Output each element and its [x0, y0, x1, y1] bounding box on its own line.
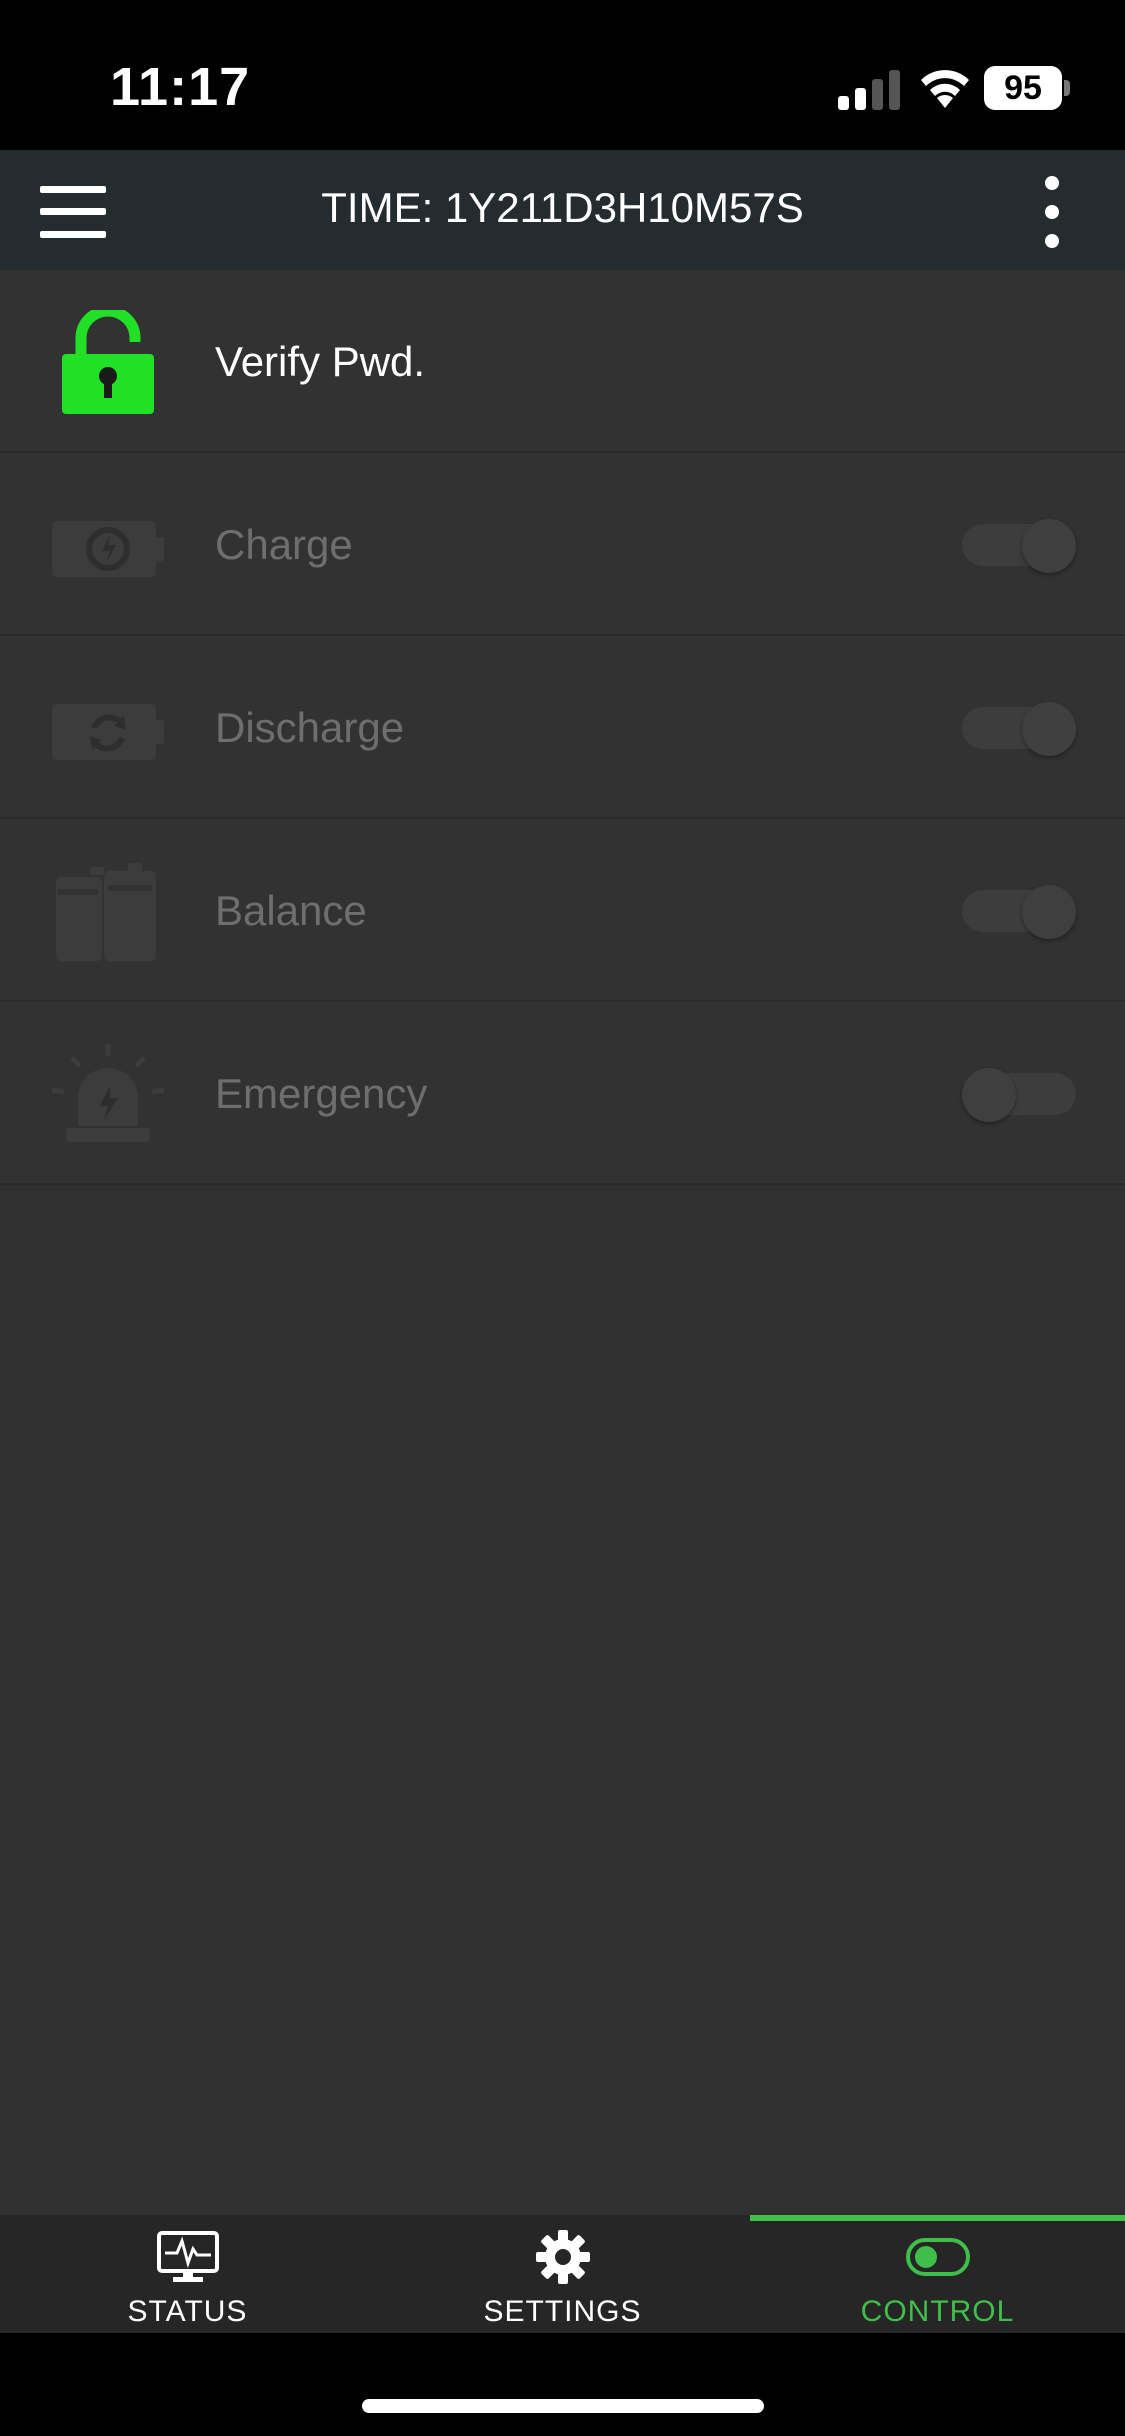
control-panel: Verify Pwd. Charge Discharge Balance Eme… [0, 270, 1125, 2216]
cellular-signal-icon [838, 70, 900, 110]
discharge-label: Discharge [215, 704, 405, 751]
page-title: TIME: 1Y211D3H10M57S [321, 184, 804, 231]
app-header: TIME: 1Y211D3H10M57S [0, 150, 1125, 270]
charge-label: Charge [215, 521, 353, 568]
balance-label: Balance [215, 887, 367, 934]
battery-icon: 95 [984, 66, 1070, 110]
monitor-pulse-icon [157, 2231, 219, 2282]
charge-toggle[interactable] [962, 519, 1078, 573]
home-indicator[interactable] [362, 2399, 764, 2413]
toggle-switch-icon [906, 2238, 970, 2276]
tab-control[interactable]: CONTROL [750, 2215, 1125, 2333]
more-vertical-icon[interactable] [1035, 176, 1071, 248]
battery-charge-icon [52, 521, 164, 577]
hamburger-menu-icon[interactable] [40, 186, 106, 238]
status-bar: 11:17 95 [0, 0, 1125, 150]
verify-password-row[interactable]: Verify Pwd. [0, 270, 1125, 453]
status-time: 11:17 [110, 57, 251, 117]
tab-status-label: STATUS [127, 2295, 248, 2328]
discharge-toggle[interactable] [962, 702, 1078, 756]
balance-toggle[interactable] [962, 885, 1078, 939]
battery-level: 95 [984, 66, 1062, 110]
battery-balance-icon [56, 863, 156, 961]
emergency-toggle[interactable] [962, 1068, 1078, 1122]
tab-settings-label: SETTINGS [483, 2295, 642, 2328]
emergency-siren-icon [51, 1044, 165, 1142]
battery-discharge-icon [52, 704, 164, 760]
balance-row: Balance [0, 819, 1125, 1002]
tab-status[interactable]: STATUS [0, 2215, 375, 2333]
wifi-icon [921, 70, 969, 108]
verify-password-label: Verify Pwd. [215, 338, 426, 385]
tab-control-label: CONTROL [860, 2295, 1015, 2328]
charge-row: Charge [0, 453, 1125, 636]
gear-icon [536, 2230, 590, 2284]
emergency-row: Emergency [0, 1002, 1125, 1185]
active-tab-indicator [750, 2215, 1125, 2221]
emergency-label: Emergency [215, 1070, 428, 1117]
tab-settings[interactable]: SETTINGS [375, 2215, 750, 2333]
home-indicator-area [0, 2333, 1125, 2436]
bottom-navigation: STATUS SETTINGS CONTROL [0, 2215, 1125, 2333]
discharge-row: Discharge [0, 636, 1125, 819]
screen: 11:17 95 TIME: 1Y211D3H10M57S Verify Pwd… [0, 0, 1125, 2436]
unlocked-padlock-icon [62, 310, 154, 414]
